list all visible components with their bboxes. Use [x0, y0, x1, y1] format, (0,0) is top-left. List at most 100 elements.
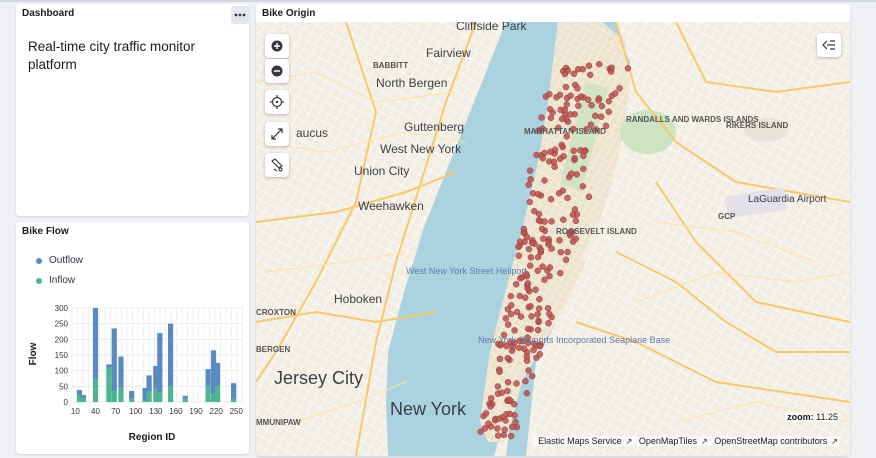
bike-station-point[interactable]	[536, 351, 543, 358]
bike-station-point[interactable]	[511, 401, 518, 408]
bike-station-point[interactable]	[528, 313, 535, 320]
bike-station-point[interactable]	[587, 71, 594, 79]
bike-station-point[interactable]	[561, 106, 568, 114]
bike-station-point[interactable]	[547, 195, 555, 203]
bike-station-point[interactable]	[507, 292, 515, 300]
bike-station-point[interactable]	[547, 114, 554, 122]
bike-station-point[interactable]	[494, 425, 501, 432]
attribution-link[interactable]: Elastic Maps Service	[538, 436, 622, 446]
bike-station-point[interactable]	[494, 383, 502, 390]
bike-station-point[interactable]	[556, 190, 563, 197]
bike-station-point[interactable]	[538, 114, 545, 121]
bike-station-point[interactable]	[535, 317, 542, 324]
bike-station-point[interactable]	[507, 432, 515, 440]
bike-station-point[interactable]	[624, 65, 632, 72]
attribution-link[interactable]: OpenMapTiles	[639, 436, 697, 446]
bike-station-point[interactable]	[496, 415, 503, 422]
bike-station-point[interactable]	[517, 275, 524, 282]
bike-station-point[interactable]	[584, 96, 592, 103]
bike-station-point[interactable]	[524, 325, 532, 333]
bike-station-point[interactable]	[571, 154, 578, 162]
bike-station-point[interactable]	[535, 305, 543, 312]
panel-options-button[interactable]	[231, 6, 249, 24]
bike-station-point[interactable]	[530, 346, 537, 354]
bike-station-point[interactable]	[562, 256, 570, 263]
bike-station-point[interactable]	[513, 380, 520, 387]
bike-station-point[interactable]	[537, 247, 545, 254]
bike-station-point[interactable]	[568, 170, 575, 177]
bike-station-point[interactable]	[539, 263, 546, 270]
bike-station-point[interactable]	[572, 217, 580, 225]
bike-station-point[interactable]	[574, 85, 581, 92]
bike-station-point[interactable]	[546, 105, 554, 113]
bike-station-point[interactable]	[558, 141, 565, 149]
zoom-in-button[interactable]	[265, 34, 289, 58]
attribution-link[interactable]: OpenStreetMap contributors	[714, 436, 827, 446]
bike-station-point[interactable]	[541, 218, 548, 225]
bike-station-point[interactable]	[482, 410, 490, 417]
bike-station-point[interactable]	[546, 90, 553, 98]
bike-station-point[interactable]	[504, 387, 511, 395]
bike-station-point[interactable]	[506, 396, 513, 403]
bike-station-point[interactable]	[527, 303, 534, 310]
bike-station-point[interactable]	[580, 152, 587, 160]
bike-station-point[interactable]	[526, 167, 534, 174]
bike-station-point[interactable]	[515, 252, 522, 259]
bike-station-point[interactable]	[513, 281, 520, 288]
bike-station-point[interactable]	[516, 238, 524, 245]
bike-station-point[interactable]	[487, 403, 494, 410]
bike-station-point[interactable]	[525, 245, 533, 253]
bike-station-point[interactable]	[545, 238, 552, 246]
bike-station-point[interactable]	[538, 225, 546, 233]
bike-station-point[interactable]	[522, 377, 529, 385]
bike-station-point[interactable]	[496, 355, 504, 363]
bike-station-point[interactable]	[557, 155, 564, 163]
bike-station-point[interactable]	[579, 66, 586, 73]
bike-station-point[interactable]	[546, 264, 554, 271]
bike-station-point[interactable]	[534, 311, 541, 318]
bike-station-point[interactable]	[487, 395, 495, 402]
bike-station-point[interactable]	[541, 149, 548, 157]
bike-station-point[interactable]	[557, 248, 564, 256]
bike-station-point[interactable]	[500, 431, 508, 439]
bike-station-point[interactable]	[534, 253, 542, 261]
bike-station-point[interactable]	[535, 210, 543, 218]
bike-station-point[interactable]	[527, 262, 534, 269]
bike-station-point[interactable]	[523, 233, 531, 241]
bike-station-point[interactable]	[598, 113, 605, 121]
bike-station-point[interactable]	[575, 102, 582, 109]
bike-station-point[interactable]	[550, 158, 558, 166]
bike-station-point[interactable]	[570, 70, 578, 77]
bike-station-point[interactable]	[515, 344, 523, 351]
bike-station-point[interactable]	[529, 239, 536, 247]
bike-station-point[interactable]	[569, 238, 577, 245]
bike-station-point[interactable]	[561, 70, 569, 78]
bike-station-point[interactable]	[501, 426, 508, 433]
bike-station-point[interactable]	[541, 276, 548, 283]
bike-station-point[interactable]	[524, 280, 532, 287]
bike-station-point[interactable]	[598, 102, 606, 110]
bike-station-point[interactable]	[504, 321, 512, 328]
bike-station-point[interactable]	[560, 216, 567, 223]
bike-station-point[interactable]	[512, 418, 519, 426]
bike-station-point[interactable]	[567, 111, 574, 118]
bike-station-point[interactable]	[539, 154, 546, 162]
bike-station-point[interactable]	[588, 102, 595, 109]
bike-station-point[interactable]	[525, 367, 532, 374]
bike-station-point[interactable]	[546, 310, 553, 318]
bike-station-point[interactable]	[548, 218, 555, 225]
bike-station-point[interactable]	[529, 372, 536, 380]
bike-station-point[interactable]	[527, 176, 534, 183]
bike-station-point[interactable]	[567, 92, 574, 99]
bike-station-point[interactable]	[562, 83, 570, 91]
bike-station-point[interactable]	[522, 294, 529, 301]
fit-bounds-button[interactable]	[265, 122, 289, 146]
bike-station-point[interactable]	[534, 326, 542, 334]
bike-station-point[interactable]	[502, 417, 509, 424]
bike-station-point[interactable]	[527, 254, 535, 261]
bike-station-point[interactable]	[577, 93, 585, 100]
measure-button[interactable]	[265, 153, 289, 177]
bike-station-point[interactable]	[596, 61, 603, 68]
bike-station-point[interactable]	[564, 194, 571, 202]
bike-station-point[interactable]	[508, 302, 515, 309]
